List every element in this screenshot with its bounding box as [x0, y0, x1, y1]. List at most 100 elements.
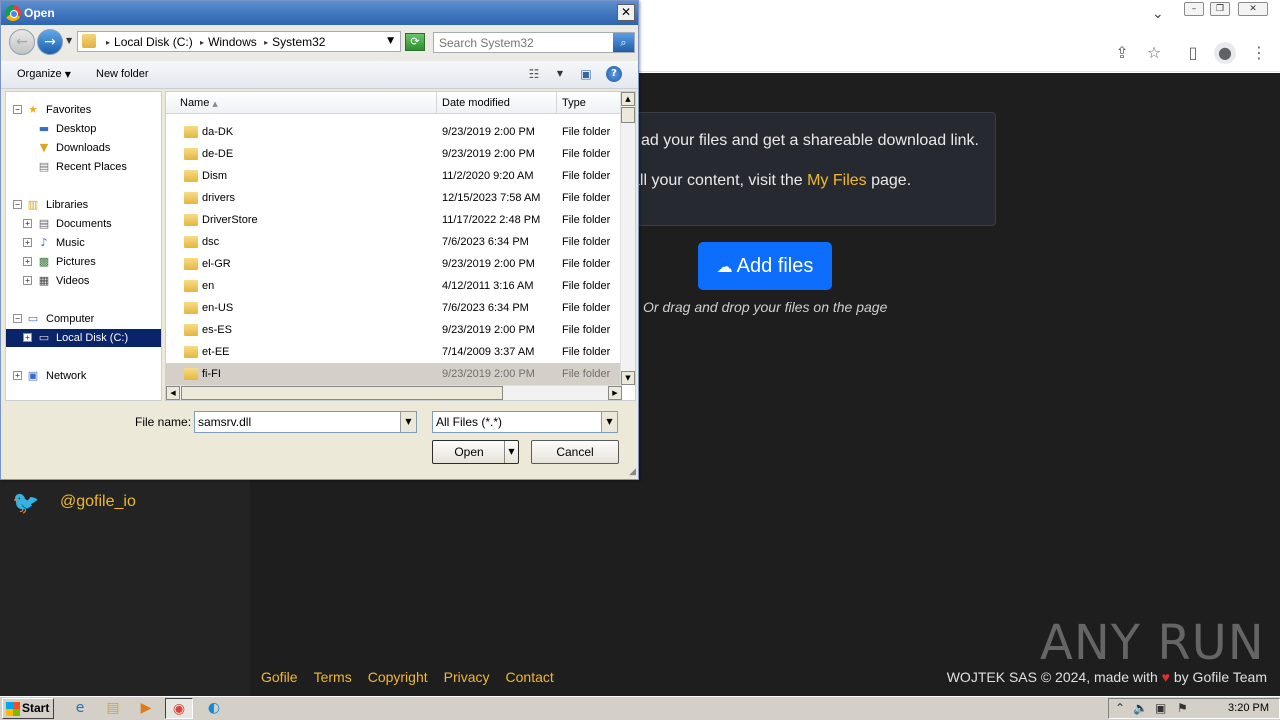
nav-network[interactable]: + ▣ Network: [6, 367, 161, 385]
sidepanel-icon[interactable]: ▯: [1182, 42, 1204, 64]
nav-videos[interactable]: + ▦ Videos: [6, 272, 161, 290]
open-button[interactable]: Open ▼: [432, 440, 519, 464]
expand-icon[interactable]: +: [23, 238, 32, 247]
nav-music[interactable]: + ♪ Music: [6, 234, 161, 252]
footer-link-terms[interactable]: Terms: [314, 669, 352, 685]
collapse-icon[interactable]: −: [13, 314, 22, 323]
column-type[interactable]: Type: [562, 97, 586, 109]
file-row-hovered[interactable]: fi-FI 9/23/2019 2:00 PM File folder: [166, 363, 622, 385]
star-icon[interactable]: ☆: [1143, 42, 1165, 64]
nav-computer[interactable]: − ▭ Computer: [6, 310, 161, 328]
minimize-icon[interactable]: –: [1184, 2, 1204, 16]
window-close-icon[interactable]: ✕: [1238, 2, 1268, 16]
address-dropdown-icon[interactable]: ▼: [387, 36, 394, 46]
horizontal-scrollbar[interactable]: ◀ ▶: [166, 385, 622, 400]
scroll-up-arrow-icon[interactable]: ▲: [621, 92, 635, 106]
breadcrumb-separator-icon[interactable]: ▸: [106, 38, 110, 47]
file-row[interactable]: DriverStore 11/17/2022 2:48 PM File folder: [166, 209, 622, 231]
file-row[interactable]: et-EE 7/14/2009 3:37 AM File folder: [166, 341, 622, 363]
expand-icon[interactable]: +: [13, 371, 22, 380]
file-row[interactable]: da-DK 9/23/2019 2:00 PM File folder: [166, 121, 622, 143]
edge-icon[interactable]: ◐: [200, 698, 228, 719]
collapse-icon[interactable]: −: [13, 105, 22, 114]
breadcrumb-system32[interactable]: System32: [272, 35, 325, 49]
open-split-dropdown-icon[interactable]: ▼: [504, 441, 518, 463]
scroll-down-arrow-icon[interactable]: ▼: [621, 371, 635, 385]
file-row[interactable]: dsc 7/6/2023 6:34 PM File folder: [166, 231, 622, 253]
file-name-dropdown-icon[interactable]: ▼: [400, 412, 416, 432]
view-options-icon[interactable]: ☷: [525, 66, 543, 82]
footer-link-gofile[interactable]: Gofile: [261, 669, 298, 685]
nav-local-disk[interactable]: + ▭ Local Disk (C:): [6, 329, 161, 347]
recent-locations-dropdown-icon[interactable]: ▼: [66, 36, 72, 45]
column-date[interactable]: Date modified: [442, 97, 510, 109]
file-type-dropdown-icon[interactable]: ▼: [601, 412, 617, 432]
organize-button[interactable]: Organize ▼: [17, 68, 71, 80]
vertical-scrollbar[interactable]: ▲ ▼: [620, 92, 635, 385]
restore-icon[interactable]: ❐: [1210, 2, 1230, 16]
twitter-icon[interactable]: 🐦: [12, 491, 39, 516]
resize-grip-icon[interactable]: ◢: [629, 467, 636, 477]
action-center-flag-icon[interactable]: ⚑: [1177, 701, 1188, 715]
nav-documents[interactable]: + ▤ Documents: [6, 215, 161, 233]
refresh-icon[interactable]: ⟳: [405, 33, 425, 51]
volume-icon[interactable]: 🔈: [1133, 701, 1148, 715]
cancel-button[interactable]: Cancel: [531, 440, 619, 464]
profile-icon[interactable]: ●: [1214, 42, 1236, 64]
nav-favorites[interactable]: − ★ Favorites: [6, 101, 161, 119]
dialog-titlebar[interactable]: Open ✕: [1, 1, 638, 25]
file-row[interactable]: en-US 7/6/2023 6:34 PM File folder: [166, 297, 622, 319]
breadcrumb-windows[interactable]: Windows: [208, 35, 257, 49]
footer-link-contact[interactable]: Contact: [506, 669, 554, 685]
file-row[interactable]: en 4/12/2011 3:16 AM File folder: [166, 275, 622, 297]
expand-icon[interactable]: +: [23, 219, 32, 228]
vertical-scroll-thumb[interactable]: [621, 107, 635, 123]
twitter-handle-link[interactable]: @gofile_io: [60, 493, 136, 511]
nav-desktop[interactable]: ▬ Desktop: [6, 120, 161, 138]
scroll-right-arrow-icon[interactable]: ▶: [608, 386, 622, 400]
add-files-button[interactable]: ☁ Add files: [698, 242, 832, 290]
collapse-icon[interactable]: −: [13, 200, 22, 209]
file-row[interactable]: es-ES 9/23/2019 2:00 PM File folder: [166, 319, 622, 341]
back-arrow-icon[interactable]: ←: [9, 29, 35, 55]
nav-pictures[interactable]: + ▩ Pictures: [6, 253, 161, 271]
file-row[interactable]: el-GR 9/23/2019 2:00 PM File folder: [166, 253, 622, 275]
new-folder-button[interactable]: New folder: [96, 68, 149, 80]
chrome-icon[interactable]: ◉: [165, 698, 193, 719]
my-files-link[interactable]: My Files: [807, 172, 867, 189]
file-type-select[interactable]: All Files (*.*) ▼: [432, 411, 618, 433]
expand-icon[interactable]: +: [23, 333, 32, 342]
share-icon[interactable]: ⇪: [1111, 42, 1133, 64]
nav-libraries[interactable]: − ▥ Libraries: [6, 196, 161, 214]
footer-link-privacy[interactable]: Privacy: [444, 669, 490, 685]
column-divider[interactable]: [556, 92, 557, 114]
breadcrumb-separator-icon[interactable]: ▸: [264, 38, 268, 47]
file-name-input[interactable]: [195, 412, 399, 432]
scroll-left-arrow-icon[interactable]: ◀: [166, 386, 180, 400]
file-row[interactable]: drivers 12/15/2023 7:58 AM File folder: [166, 187, 622, 209]
address-bar[interactable]: ▸ Local Disk (C:) ▸ Windows ▸ System32 ▼: [77, 31, 401, 52]
search-input[interactable]: [434, 33, 612, 52]
help-icon[interactable]: ?: [606, 66, 622, 82]
clock[interactable]: 3:20 PM: [1228, 702, 1269, 714]
footer-link-copyright[interactable]: Copyright: [368, 669, 428, 685]
network-status-icon[interactable]: ▣: [1155, 701, 1166, 715]
dialog-close-icon[interactable]: ✕: [617, 4, 635, 21]
column-divider[interactable]: [436, 92, 437, 114]
internet-explorer-icon[interactable]: e: [66, 698, 94, 719]
nav-recent-places[interactable]: ▤ Recent Places: [6, 158, 161, 176]
horizontal-scroll-thumb[interactable]: [181, 386, 503, 400]
file-row[interactable]: Dism 11/2/2020 9:20 AM File folder: [166, 165, 622, 187]
file-explorer-icon[interactable]: ▤: [99, 698, 127, 719]
column-name[interactable]: Name ▲: [180, 97, 218, 109]
nav-downloads[interactable]: ▼ Downloads: [6, 139, 161, 157]
expand-icon[interactable]: +: [23, 257, 32, 266]
menu-icon[interactable]: ⋮: [1248, 42, 1270, 64]
view-chevron-down-icon[interactable]: ▼: [551, 66, 569, 82]
tab-search-chevron-icon[interactable]: ⌄: [1152, 6, 1164, 22]
preview-pane-icon[interactable]: ▣: [577, 66, 595, 82]
search-icon[interactable]: ⌕: [613, 33, 634, 52]
show-hidden-icons-icon[interactable]: ⌃: [1115, 701, 1125, 715]
breadcrumb-local-disk[interactable]: Local Disk (C:): [114, 35, 193, 49]
forward-arrow-icon[interactable]: →: [37, 29, 63, 55]
